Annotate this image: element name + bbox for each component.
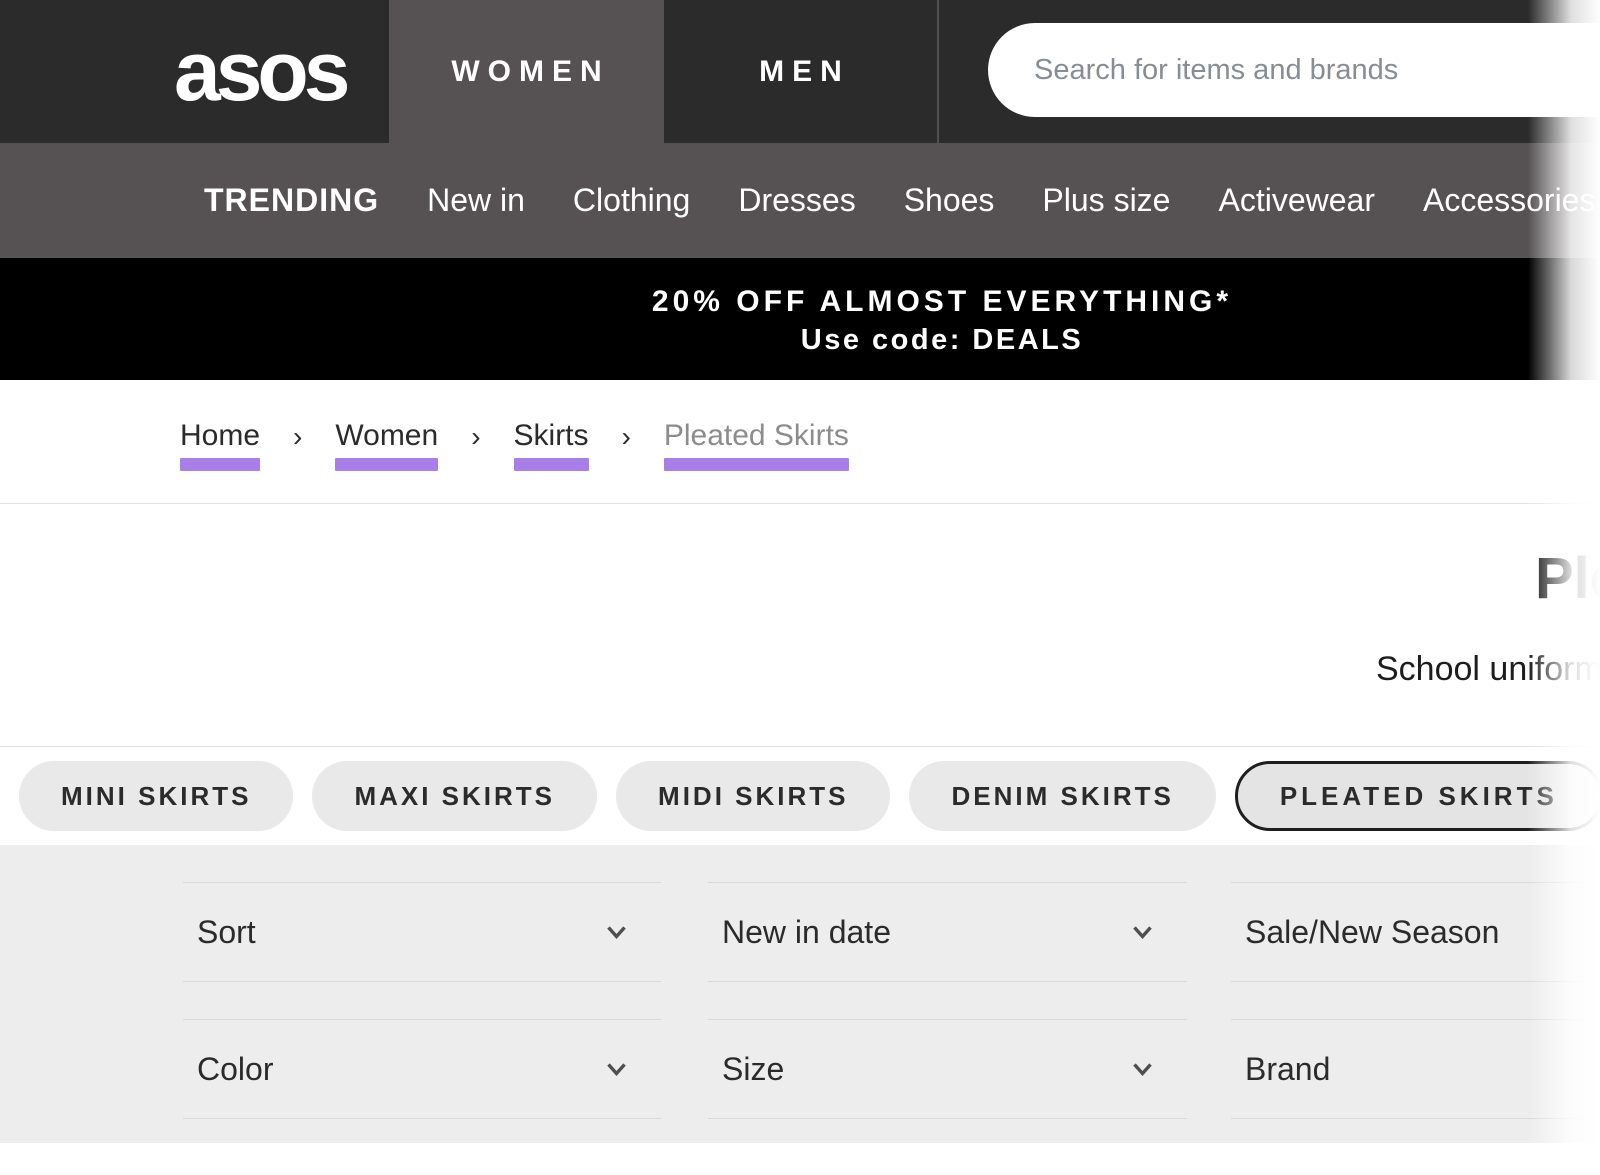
chevron-down-icon <box>1132 1062 1153 1077</box>
nav-item-activewear[interactable]: Activewear <box>1218 182 1375 219</box>
breadcrumb-separator-icon: › <box>471 420 480 452</box>
category-pills-row: MINI SKIRTS MAXI SKIRTS MIDI SKIRTS DENI… <box>0 746 1600 845</box>
filter-brand-dropdown[interactable]: Brand <box>1231 1019 1600 1119</box>
filter-sort-label: Sort <box>197 914 256 951</box>
top-bar: asos WOMEN MEN <box>0 0 1600 143</box>
breadcrumb-highlight-bar <box>514 458 589 471</box>
breadcrumb-home[interactable]: Home <box>180 420 260 471</box>
search-input[interactable] <box>1034 54 1600 87</box>
filter-panel: Sort New in date Sale/New Season Color S… <box>0 845 1600 1143</box>
filter-new-in-date-label: New in date <box>722 914 891 951</box>
nav-item-shoes[interactable]: Shoes <box>904 182 995 219</box>
breadcrumb: Home › Women › Skirts › Pleated Skirts <box>180 420 849 471</box>
pill-mini-skirts[interactable]: MINI SKIRTS <box>19 761 293 831</box>
nav-item-new-in[interactable]: New in <box>427 182 525 219</box>
chevron-down-icon <box>606 1062 627 1077</box>
nav-item-trending[interactable]: TRENDING <box>204 182 379 219</box>
promo-code-line: Use code: DEALS <box>0 321 1600 359</box>
breadcrumb-women-label: Women <box>335 420 438 452</box>
breadcrumb-pleated-skirts[interactable]: Pleated Skirts <box>664 420 849 471</box>
topbar-separator <box>937 0 939 143</box>
breadcrumb-highlight-bar <box>664 458 849 471</box>
nav-item-dresses[interactable]: Dresses <box>738 182 855 219</box>
section-divider <box>0 503 1600 504</box>
pill-pleated-skirts-selected[interactable]: PLEATED SKIRTS <box>1235 761 1600 831</box>
tab-men[interactable]: MEN <box>664 0 937 143</box>
nav-item-plus-size[interactable]: Plus size <box>1042 182 1170 219</box>
breadcrumb-separator-icon: › <box>293 420 302 452</box>
filter-color-dropdown[interactable]: Color <box>183 1019 661 1119</box>
promo-banner[interactable]: 20% OFF ALMOST EVERYTHING* Use code: DEA… <box>0 258 1600 380</box>
pill-denim-skirts[interactable]: DENIM SKIRTS <box>909 761 1215 831</box>
asos-logo[interactable]: asos <box>174 0 345 143</box>
nav-item-accessories[interactable]: Accessories <box>1423 182 1596 219</box>
chevron-down-icon <box>606 925 627 940</box>
breadcrumb-highlight-bar <box>335 458 438 471</box>
filter-sale-new-season-dropdown[interactable]: Sale/New Season <box>1231 882 1600 982</box>
page-subtitle: School uniform <box>1376 650 1600 689</box>
asos-category-page: asos WOMEN MEN TRENDING New in Clothing … <box>0 0 1600 1175</box>
breadcrumb-separator-icon: › <box>622 420 631 452</box>
chevron-down-icon <box>1132 925 1153 940</box>
breadcrumb-home-label: Home <box>180 420 260 452</box>
filter-color-label: Color <box>197 1051 273 1088</box>
filter-brand-label: Brand <box>1245 1051 1330 1088</box>
category-nav: TRENDING New in Clothing Dresses Shoes P… <box>0 143 1600 258</box>
tab-women[interactable]: WOMEN <box>389 0 664 143</box>
filter-size-dropdown[interactable]: Size <box>708 1019 1187 1119</box>
breadcrumb-women[interactable]: Women <box>335 420 438 471</box>
page-title: Pleated Skirts <box>1535 545 1600 612</box>
search-bar[interactable] <box>988 23 1600 117</box>
breadcrumb-skirts[interactable]: Skirts <box>514 420 589 471</box>
breadcrumb-skirts-label: Skirts <box>514 420 589 452</box>
filter-size-label: Size <box>722 1051 784 1088</box>
nav-item-clothing[interactable]: Clothing <box>573 182 690 219</box>
filter-sort-dropdown[interactable]: Sort <box>183 882 661 982</box>
breadcrumb-highlight-bar <box>180 458 260 471</box>
promo-headline: 20% OFF ALMOST EVERYTHING* <box>0 283 1600 321</box>
filter-new-in-date-dropdown[interactable]: New in date <box>708 882 1187 982</box>
pill-maxi-skirts[interactable]: MAXI SKIRTS <box>312 761 597 831</box>
pill-midi-skirts[interactable]: MIDI SKIRTS <box>616 761 890 831</box>
promo-banner-text: 20% OFF ALMOST EVERYTHING* Use code: DEA… <box>0 258 1600 359</box>
breadcrumb-current-label: Pleated Skirts <box>664 420 849 452</box>
filter-sale-new-season-label: Sale/New Season <box>1245 914 1499 951</box>
